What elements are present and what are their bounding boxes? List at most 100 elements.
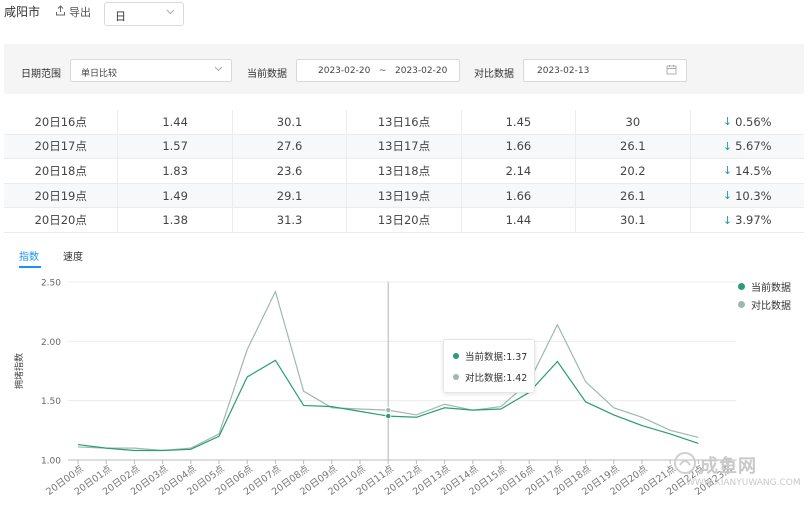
chart-legend: 当前数据 对比数据 <box>738 277 791 313</box>
y-tick-label: 1.00 <box>41 457 61 467</box>
date-range-label: 日期范围 <box>21 69 61 80</box>
table-row: 20日18点 1.83 23.6 13日18点 2.14 20.2 ↓ 14.5% <box>4 159 804 184</box>
period-select[interactable]: 日 <box>104 2 184 26</box>
current-speed-cell: 27.6 <box>233 134 348 159</box>
current-start-date: 2023-02-20 <box>318 66 371 76</box>
current-index-cell: 1.49 <box>118 183 233 208</box>
change-value: 5.67% <box>735 139 772 154</box>
change-value: 10.3% <box>735 188 772 203</box>
legend-dot-icon <box>738 282 745 290</box>
top-bar: 咸阳市 导出 日 <box>0 0 810 34</box>
tooltip-dot-icon <box>453 374 459 380</box>
table-row: 20日16点 1.44 30.1 13日16点 1.45 30 ↓ 0.56% <box>4 110 804 135</box>
date-range-value: 单日比较 <box>81 69 118 79</box>
y-tick-label: 2.50 <box>41 279 61 289</box>
comparison-table: 20日16点 1.44 30.1 13日16点 1.45 30 ↓ 0.56% 2… <box>4 110 804 233</box>
compare-hour-cell: 13日17点 <box>347 134 462 159</box>
city-title: 咸阳市 <box>4 5 41 19</box>
down-arrow-icon: ↓ <box>722 115 733 129</box>
compare-speed-cell: 20.2 <box>576 159 691 183</box>
table-row: 20日17点 1.57 27.6 13日17点 1.66 26.1 ↓ 5.67% <box>4 134 804 160</box>
compare-hour-cell: 13日19点 <box>347 183 462 208</box>
current-data-label: 当前数据 <box>247 69 287 80</box>
current-index-cell: 1.44 <box>118 110 233 134</box>
tooltip-current-text: 当前数据:1.37 <box>465 352 528 363</box>
watermark-text: 成鱼网 <box>700 456 757 477</box>
legend-dot-icon <box>738 300 745 308</box>
compare-index-cell: 1.66 <box>462 134 577 159</box>
compare-speed-cell: 30.1 <box>576 208 691 232</box>
current-speed-cell: 23.6 <box>233 159 348 183</box>
watermark-url: WWW.XIANYUWANG.COM <box>686 478 801 488</box>
hour-cell: 20日18点 <box>4 159 119 183</box>
export-button[interactable]: 导出 <box>55 4 91 20</box>
tooltip-row-current: 当前数据:1.37 <box>453 349 527 363</box>
compare-speed-cell: 26.1 <box>576 134 691 159</box>
hour-cell: 20日19点 <box>4 183 119 208</box>
change-cell: ↓ 0.56% <box>691 110 804 134</box>
export-label: 导出 <box>69 6 91 19</box>
change-cell: ↓ 5.67% <box>691 135 804 159</box>
table-row: 20日19点 1.49 29.1 13日19点 1.66 26.1 ↓ 10.3% <box>4 183 804 209</box>
down-arrow-icon: ↓ <box>722 139 733 153</box>
down-arrow-icon: ↓ <box>722 164 733 178</box>
legend-item-current[interactable]: 当前数据 <box>738 277 791 295</box>
hover-point <box>385 407 392 414</box>
current-end-date: 2023-02-20 <box>395 66 448 76</box>
y-tick-label: 2.00 <box>41 338 61 348</box>
table-row: 20日20点 1.38 31.3 13日20点 1.44 30.1 ↓ 3.97% <box>4 208 804 233</box>
hover-point <box>385 413 392 420</box>
current-index-cell: 1.57 <box>118 134 233 159</box>
compare-hour-cell: 13日16点 <box>347 110 462 134</box>
compare-hour-cell: 13日18点 <box>347 159 462 183</box>
y-tick-label: 1.50 <box>41 397 61 407</box>
compare-date: 2023-02-13 <box>537 66 590 76</box>
change-value: 3.97% <box>735 213 772 228</box>
compare-index-cell: 1.66 <box>462 183 577 208</box>
compare-index-cell: 2.14 <box>462 159 577 183</box>
tab-index[interactable]: 指数 <box>19 248 39 263</box>
hour-cell: 20日20点 <box>4 208 119 232</box>
compare-date-picker[interactable]: 2023-02-13 <box>523 59 687 82</box>
compare-speed-cell: 30 <box>576 110 691 134</box>
period-select-value: 日 <box>115 10 126 23</box>
current-speed-cell: 30.1 <box>233 110 348 134</box>
current-speed-cell: 29.1 <box>233 183 348 208</box>
compare-data-label: 对比数据 <box>474 69 514 80</box>
legend-item-compare[interactable]: 对比数据 <box>738 295 791 313</box>
compare-speed-cell: 26.1 <box>576 183 691 208</box>
legend-label: 对比数据 <box>751 300 791 312</box>
date-range-select[interactable]: 单日比较 <box>70 59 232 82</box>
tooltip-compare-text: 对比数据:1.42 <box>465 373 528 384</box>
hour-cell: 20日17点 <box>4 134 119 159</box>
legend-label: 当前数据 <box>751 282 791 294</box>
change-cell: ↓ 3.97% <box>691 208 804 232</box>
y-axis-label: 拥堵指数 <box>13 353 25 389</box>
down-arrow-icon: ↓ <box>722 189 733 203</box>
tab-active-indicator <box>19 266 41 268</box>
chevron-down-icon <box>166 8 175 18</box>
tab-speed[interactable]: 速度 <box>63 248 83 263</box>
watermark: 成鱼网 WWW.XIANYUWANG.COM <box>672 448 806 498</box>
hour-cell: 20日16点 <box>4 110 119 134</box>
current-date-range-picker[interactable]: 2023-02-20 ~ 2023-02-20 <box>296 59 460 82</box>
chart-tooltip: 当前数据:1.37 对比数据:1.42 <box>443 339 535 393</box>
calendar-icon <box>666 64 677 78</box>
filter-bar: 日期范围 单日比较 当前数据 2023-02-20 ~ 2023-02-20 对… <box>4 44 804 94</box>
chevron-down-icon <box>214 65 223 75</box>
watermark-logo-icon <box>674 452 696 474</box>
compare-index-cell: 1.44 <box>462 208 577 232</box>
tooltip-dot-icon <box>453 353 459 359</box>
current-index-cell: 1.83 <box>118 159 233 183</box>
compare-hour-cell: 13日20点 <box>347 208 462 232</box>
current-speed-cell: 31.3 <box>233 208 348 232</box>
compare-index-cell: 1.45 <box>462 110 577 134</box>
export-icon <box>55 5 66 19</box>
change-cell: ↓ 10.3% <box>691 184 804 208</box>
down-arrow-icon: ↓ <box>722 213 733 227</box>
tooltip-row-compare: 对比数据:1.42 <box>453 370 527 384</box>
change-cell: ↓ 14.5% <box>691 159 804 183</box>
current-index-cell: 1.38 <box>118 208 233 232</box>
change-value: 0.56% <box>735 114 772 129</box>
change-value: 14.5% <box>735 163 772 178</box>
